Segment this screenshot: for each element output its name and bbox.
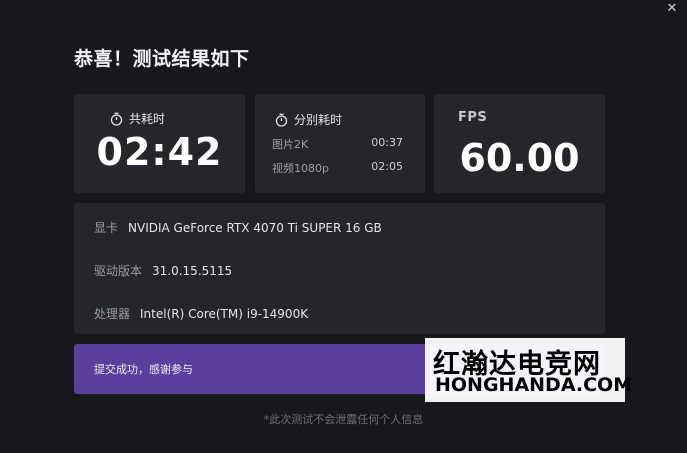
page-title: 恭喜！测试结果如下 <box>74 48 250 70</box>
gpu-label: 显卡 <box>94 221 119 235</box>
cpu-value: Intel(R) Core(TM) i9-14900K <box>140 307 309 321</box>
split-time-card: 分别耗时 图片2K 00:37 视频1080p 02:05 <box>255 94 425 193</box>
timer-icon <box>275 113 288 127</box>
close-icon[interactable]: ✕ <box>665 2 679 16</box>
split-row-image: 图片2K 00:37 <box>272 136 403 152</box>
fps-value: 60.00 <box>459 136 580 180</box>
driver-row: 驱动版本 31.0.15.5115 <box>94 262 232 279</box>
split-row-time: 00:37 <box>371 136 403 149</box>
split-row-name: 视频1080p <box>272 162 329 175</box>
split-time-header: 分别耗时 <box>275 111 342 128</box>
total-time-value: 02:42 <box>96 130 223 174</box>
system-info-card: 显卡 NVIDIA GeForce RTX 4070 Ti SUPER 16 GB… <box>74 203 605 334</box>
split-time-label: 分别耗时 <box>294 113 343 127</box>
cpu-row: 处理器 Intel(R) Core(TM) i9-14900K <box>94 305 308 322</box>
site-watermark: 红瀚达电竞网 HONGHANDA.COM <box>425 338 632 402</box>
total-time-label: 共耗时 <box>129 112 166 126</box>
gpu-row: 显卡 NVIDIA GeForce RTX 4070 Ti SUPER 16 GB <box>94 219 382 236</box>
gpu-value: NVIDIA GeForce RTX 4070 Ti SUPER 16 GB <box>128 221 382 235</box>
split-row-time: 02:05 <box>371 160 403 173</box>
total-time-header: 共耗时 <box>110 110 165 127</box>
fps-card: FPS 60.00 <box>434 94 605 193</box>
split-row-name: 图片2K <box>272 138 309 151</box>
timer-icon <box>110 112 123 126</box>
submit-status-text: 提交成功，感谢参与 <box>94 363 193 376</box>
driver-value: 31.0.15.5115 <box>152 264 233 278</box>
driver-label: 驱动版本 <box>94 264 143 278</box>
total-time-card: 共耗时 02:42 <box>74 94 245 193</box>
cpu-label: 处理器 <box>94 307 131 321</box>
split-row-video: 视频1080p 02:05 <box>272 160 403 176</box>
fps-label: FPS <box>458 110 488 125</box>
privacy-note: *此次测试不会泄露任何个人信息 <box>263 413 424 426</box>
watermark-en-text: HONGHANDA.COM <box>435 374 633 396</box>
